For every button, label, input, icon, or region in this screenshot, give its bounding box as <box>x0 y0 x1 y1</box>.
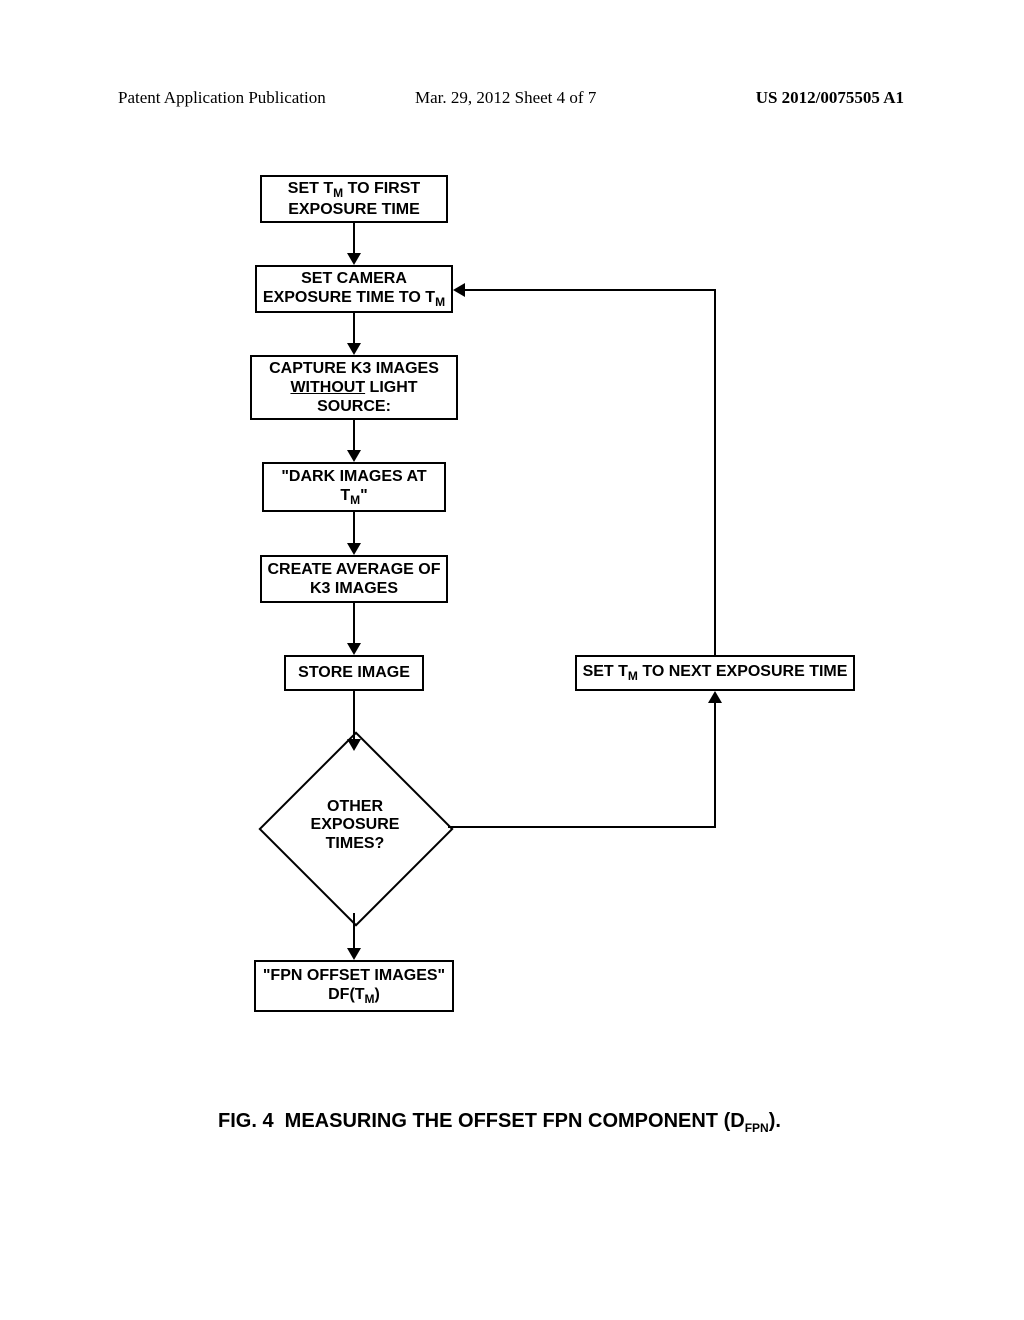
step-label: SET TM TO FIRST EXPOSURE TIME <box>266 179 442 220</box>
arrow <box>448 826 716 828</box>
arrow-head-icon <box>347 343 361 355</box>
decision-other-exposures <box>258 731 453 926</box>
arrow-head-icon <box>453 283 465 297</box>
figure-caption: FIG. 4 MEASURING THE OFFSET FPN COMPONEN… <box>218 1110 781 1135</box>
step-label: "FPN OFFSET IMAGES" DF(TM) <box>260 966 448 1007</box>
arrow-head-icon <box>347 643 361 655</box>
arrow <box>353 223 355 255</box>
arrow <box>353 313 355 345</box>
arrow-head-icon <box>708 691 722 703</box>
arrow-head-icon <box>347 948 361 960</box>
step-label: SET CAMERA EXPOSURE TIME TO TM <box>261 269 447 310</box>
step-create-average: CREATE AVERAGE OF K3 IMAGES <box>260 555 448 603</box>
page: Patent Application Publication Mar. 29, … <box>0 0 1024 1320</box>
arrow <box>353 420 355 452</box>
header-right: US 2012/0075505 A1 <box>756 88 904 108</box>
arrow <box>714 289 716 655</box>
step-set-camera-exposure: SET CAMERA EXPOSURE TIME TO TM <box>255 265 453 313</box>
arrow <box>353 512 355 545</box>
step-label: STORE IMAGE <box>290 663 418 682</box>
step-label: CREATE AVERAGE OF K3 IMAGES <box>266 560 442 598</box>
step-label: "DARK IMAGES AT TM" <box>268 467 440 508</box>
step-dark-images: "DARK IMAGES AT TM" <box>262 462 446 512</box>
arrow <box>353 691 355 741</box>
step-store-image: STORE IMAGE <box>284 655 424 691</box>
step-capture-images: CAPTURE K3 IMAGES WITHOUT LIGHT SOURCE: <box>250 355 458 420</box>
arrow-head-icon <box>347 253 361 265</box>
arrow <box>353 913 355 950</box>
arrow <box>714 703 716 828</box>
arrow-head-icon <box>347 450 361 462</box>
step-label: CAPTURE K3 IMAGES WITHOUT LIGHT SOURCE: <box>256 359 452 417</box>
arrow-head-icon <box>347 739 361 751</box>
header-middle: Mar. 29, 2012 Sheet 4 of 7 <box>415 88 596 108</box>
header-left: Patent Application Publication <box>118 88 326 108</box>
step-label: SET TM TO NEXT EXPOSURE TIME <box>581 662 849 684</box>
step-set-next-exposure: SET TM TO NEXT EXPOSURE TIME <box>575 655 855 691</box>
step-set-first-exposure: SET TM TO FIRST EXPOSURE TIME <box>260 175 448 223</box>
decision-label: OTHER EXPOSURE TIMES? <box>300 798 410 853</box>
arrow <box>353 603 355 645</box>
arrow <box>465 289 716 291</box>
arrow-head-icon <box>347 543 361 555</box>
step-fpn-offset-images: "FPN OFFSET IMAGES" DF(TM) <box>254 960 454 1012</box>
